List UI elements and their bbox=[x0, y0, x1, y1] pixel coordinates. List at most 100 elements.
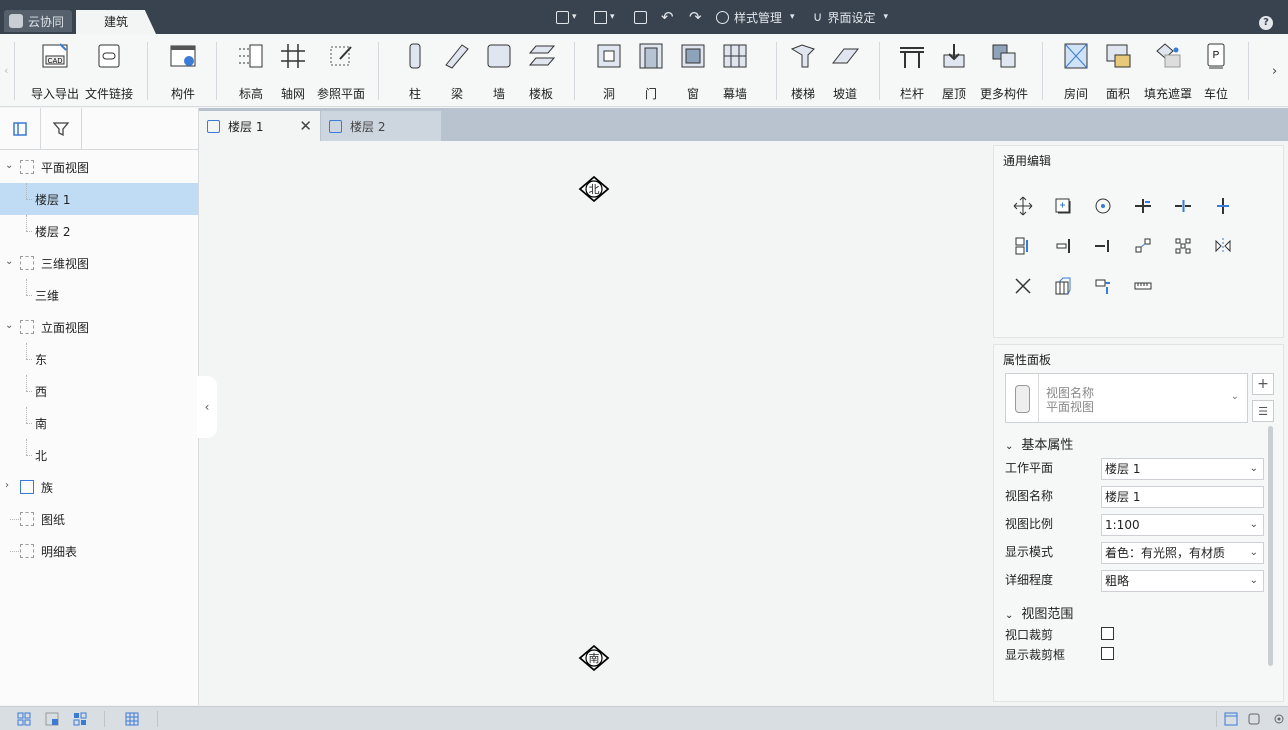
new-file-button[interactable]: ▾ bbox=[556, 0, 577, 34]
tree-item[interactable]: ⌄ 三维视图 bbox=[0, 247, 198, 279]
measure-tool-button[interactable] bbox=[1130, 273, 1156, 299]
property-select[interactable]: 楼层 1 ⌄ bbox=[1101, 458, 1264, 480]
project-button[interactable]: ▾ bbox=[594, 0, 615, 34]
scale-tool-button[interactable] bbox=[1130, 233, 1156, 259]
group-tool-button[interactable] bbox=[1050, 273, 1076, 299]
layout-tiles-icon[interactable] bbox=[73, 712, 87, 726]
trim-tool-button[interactable] bbox=[1130, 193, 1156, 219]
edit-type-button[interactable]: ☰ bbox=[1252, 400, 1274, 422]
split-tool-button[interactable] bbox=[1170, 193, 1196, 219]
browser-toggle-button[interactable] bbox=[0, 108, 41, 150]
fill-mask-button[interactable]: 填充遮罩 bbox=[1141, 38, 1195, 104]
level-button[interactable]: 标高 bbox=[230, 38, 272, 104]
chevron-down-icon[interactable]: ⌄ bbox=[5, 160, 13, 171]
view-tab-floor-2[interactable]: 楼层 2 bbox=[321, 111, 441, 141]
filter-button[interactable] bbox=[41, 108, 82, 150]
tree-item[interactable]: 南 bbox=[0, 407, 198, 439]
window-button[interactable]: 窗 bbox=[674, 38, 712, 104]
close-icon[interactable]: ✕ bbox=[299, 117, 312, 135]
file-link-button[interactable]: 文件链接 bbox=[82, 38, 136, 104]
property-checkbox[interactable] bbox=[1101, 647, 1114, 660]
beam-button[interactable]: 梁 bbox=[438, 38, 476, 104]
ui-settings-menu[interactable]: ∪ 界面设定 ▾ bbox=[813, 0, 888, 34]
chevron-down-icon[interactable]: ⌄ bbox=[5, 320, 13, 331]
south-compass[interactable]: 南 bbox=[578, 644, 610, 672]
help-icon[interactable]: ? bbox=[1259, 16, 1273, 30]
list-settings-icon: ☰ bbox=[1258, 404, 1268, 418]
floor-slab-button[interactable]: 楼板 bbox=[522, 38, 560, 104]
layout-grid-icon[interactable] bbox=[17, 712, 31, 726]
section-label: 基本属性 bbox=[1021, 438, 1074, 453]
rotate-tool-button[interactable] bbox=[1090, 193, 1116, 219]
add-type-button[interactable]: + bbox=[1252, 373, 1274, 395]
collapse-panel-button[interactable]: ‹ bbox=[197, 376, 217, 438]
tree-item[interactable]: 明细表 bbox=[0, 535, 198, 567]
property-select[interactable]: 着色：有光照，有材质 ⌄ bbox=[1101, 542, 1264, 564]
ribbon-scroll-left-icon[interactable]: ‹ bbox=[4, 64, 8, 77]
wall-button[interactable]: 墙 bbox=[480, 38, 518, 104]
area-button[interactable]: 面积 bbox=[1099, 38, 1137, 104]
stair-button[interactable]: 楼梯 bbox=[784, 38, 822, 104]
tree-item[interactable]: 东 bbox=[0, 343, 198, 375]
property-input[interactable]: 楼层 1 bbox=[1101, 486, 1264, 508]
drawing-canvas[interactable] bbox=[199, 141, 989, 705]
railing-button[interactable]: 栏杆 bbox=[893, 38, 931, 104]
array-tool-button[interactable] bbox=[1010, 233, 1036, 259]
tree-item[interactable]: 图纸 bbox=[0, 503, 198, 535]
property-select[interactable]: 粗略 ⌄ bbox=[1101, 570, 1264, 592]
import-export-button[interactable]: CAD 导入导出 bbox=[28, 38, 82, 104]
properties-scrollbar[interactable] bbox=[1268, 426, 1273, 666]
curtain-wall-button[interactable]: 幕墙 bbox=[716, 38, 754, 104]
view-plan-icon[interactable] bbox=[1224, 712, 1238, 726]
tree-item[interactable]: 楼层 1 bbox=[0, 183, 198, 215]
tree-item[interactable]: 北 bbox=[0, 439, 198, 471]
component-button[interactable]: 构件 bbox=[160, 38, 206, 104]
view-3d-icon[interactable] bbox=[1247, 712, 1261, 726]
tree-item[interactable]: 三维 bbox=[0, 279, 198, 311]
type-selector[interactable]: 视图名称 平面视图 ⌄ bbox=[1005, 373, 1248, 423]
app-tab-cloud[interactable]: 云协同 bbox=[4, 10, 72, 32]
table-grid-icon[interactable] bbox=[125, 712, 139, 726]
undo-button[interactable]: ↶ bbox=[661, 0, 674, 34]
room-button[interactable]: 房间 bbox=[1057, 38, 1095, 104]
style-manage-menu[interactable]: 样式管理 ▾ bbox=[716, 0, 795, 34]
more-components-button[interactable]: 更多构件 bbox=[977, 38, 1031, 104]
tree-item[interactable]: 楼层 2 bbox=[0, 215, 198, 247]
parking-button[interactable]: P 车位 bbox=[1197, 38, 1235, 104]
tree-item[interactable]: 西 bbox=[0, 375, 198, 407]
mirror-tool-button[interactable] bbox=[1210, 233, 1236, 259]
property-value: 1:100 bbox=[1105, 518, 1140, 532]
extend-tool-button[interactable] bbox=[1090, 233, 1116, 259]
property-select[interactable]: 1:100 ⌄ bbox=[1101, 514, 1264, 536]
section-basic-properties[interactable]: ⌄ 基本属性 bbox=[1005, 434, 1073, 453]
settings-icon[interactable] bbox=[1272, 712, 1286, 726]
section-view-range[interactable]: ⌄ 视图范围 bbox=[1005, 603, 1073, 622]
pin-tool-button[interactable] bbox=[1090, 273, 1116, 299]
opening-button[interactable]: 洞 bbox=[590, 38, 628, 104]
copy-tool-button[interactable] bbox=[1050, 193, 1076, 219]
property-checkbox[interactable] bbox=[1101, 627, 1114, 640]
chevron-right-icon[interactable]: › bbox=[5, 480, 9, 491]
ribbon-scroll-right-icon[interactable]: › bbox=[1272, 64, 1277, 79]
align-tool-button[interactable] bbox=[1050, 233, 1076, 259]
roof-button[interactable]: 屋顶 bbox=[935, 38, 973, 104]
save-button[interactable] bbox=[634, 0, 647, 34]
move-tool-button[interactable] bbox=[1010, 193, 1036, 219]
ramp-button[interactable]: 坡道 bbox=[826, 38, 864, 104]
tree-item[interactable]: › 族 bbox=[0, 471, 198, 503]
delete-tool-button[interactable] bbox=[1010, 273, 1036, 299]
tree-item[interactable]: ⌄ 平面视图 bbox=[0, 151, 198, 183]
pattern-array-tool-button[interactable] bbox=[1170, 233, 1196, 259]
view-tab-floor-1[interactable]: 楼层 1 ✕ bbox=[199, 111, 320, 141]
tree-item[interactable]: ⌄ 立面视图 bbox=[0, 311, 198, 343]
chevron-down-icon[interactable]: ⌄ bbox=[5, 256, 13, 267]
layout-single-icon[interactable] bbox=[45, 712, 59, 726]
north-compass[interactable]: 北 bbox=[578, 175, 610, 203]
reference-plane-button[interactable]: 参照平面 bbox=[314, 38, 368, 104]
grid-button[interactable]: 轴网 bbox=[272, 38, 314, 104]
redo-button[interactable]: ↷ bbox=[689, 0, 702, 34]
door-button[interactable]: 门 bbox=[632, 38, 670, 104]
column-button[interactable]: 柱 bbox=[396, 38, 434, 104]
offset-tool-button[interactable] bbox=[1210, 193, 1236, 219]
ribbon-tab-architecture[interactable]: 建筑 bbox=[76, 10, 156, 34]
